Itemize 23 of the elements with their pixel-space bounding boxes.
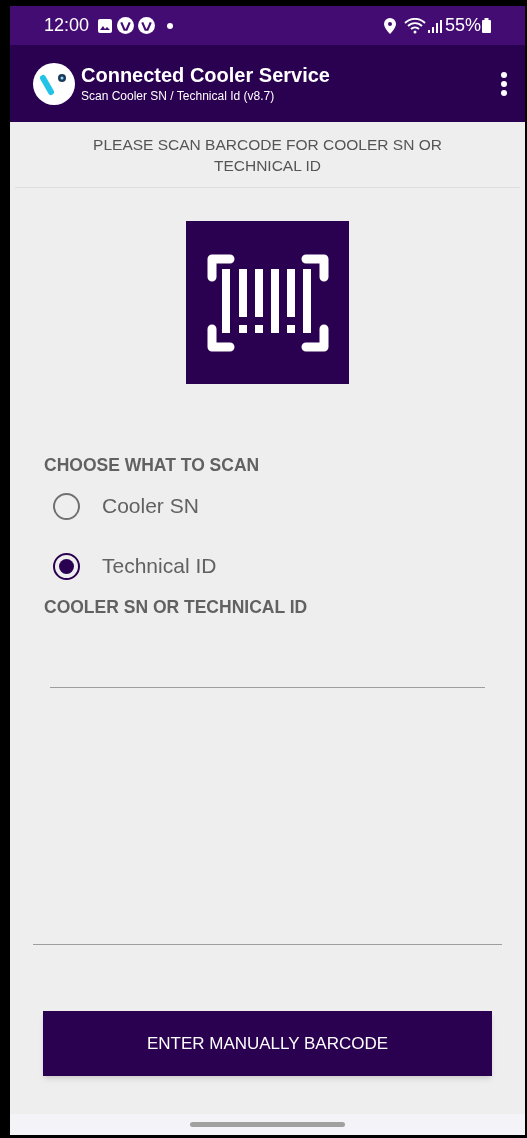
barcode-scanner-button[interactable] (186, 221, 349, 384)
location-icon (383, 17, 396, 34)
status-time: 12:00 (44, 14, 90, 37)
battery-percentage: 55% (444, 14, 481, 37)
radio-button[interactable] (53, 492, 80, 520)
instruction-text: PLEASE SCAN BARCODE FOR COOLER SN OR TECHNICAL ID (92, 134, 443, 176)
radio-button[interactable] (53, 552, 80, 580)
field-label: COOLER SN OR TECHNICAL ID (44, 596, 309, 618)
app-notification-icon (117, 17, 135, 34)
signal-icon (427, 18, 442, 33)
app-title: Connected Cooler Service (81, 62, 330, 87)
app-logo-icon (33, 62, 75, 105)
section-heading: CHOOSE WHAT TO SCAN (44, 454, 261, 476)
radio-label[interactable]: Cooler SN (102, 490, 199, 522)
enter-manually-button[interactable]: ENTER MANUALLY BARCODE (43, 1011, 492, 1076)
barcode-icon (205, 252, 330, 353)
wifi-icon (403, 17, 426, 34)
app-subtitle: Scan Cooler SN / Technical Id (v8.7) (81, 87, 276, 105)
radio-label[interactable]: Technical ID (102, 550, 217, 582)
dot-icon (167, 22, 174, 29)
image-icon (97, 17, 114, 34)
battery-icon (482, 18, 491, 33)
app-notification-icon (138, 17, 156, 34)
